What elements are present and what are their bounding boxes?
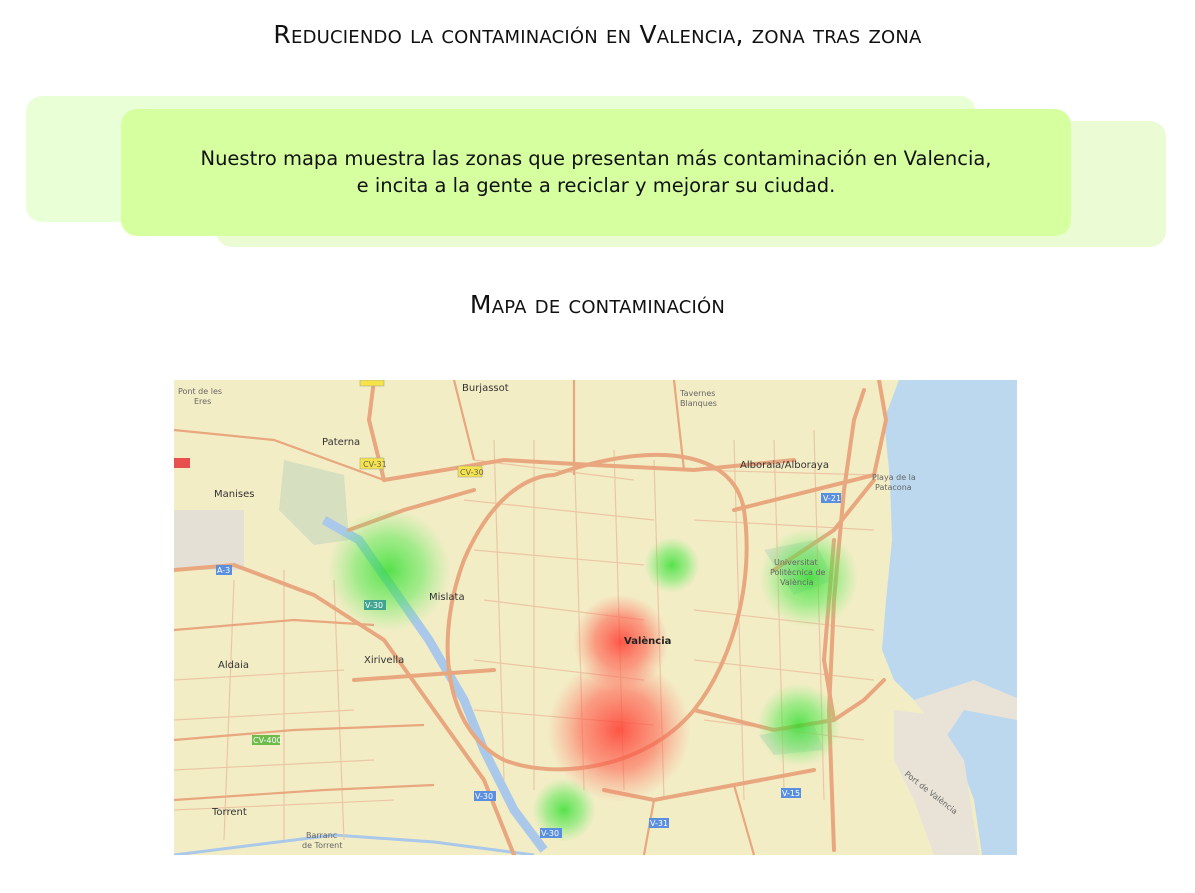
road-label-v30-a: V-30 [365,601,383,610]
place-universitat-1: Universitat [774,558,818,567]
road-label-v30-b: V-30 [475,792,493,801]
place-xirivella: Xirivella [364,655,404,666]
pollution-map[interactable]: CV-31 CV-30 V-21 A-3 V-30 CV-400 V-30 V-… [174,380,1017,855]
road-shield-cv30-top [359,380,385,387]
place-universitat-3: València [780,577,814,587]
intro-line-2: e incita a la gente a reciclar y mejorar… [356,174,836,197]
place-tavernes-1: Tavernes [679,389,715,398]
hotspot-low [644,537,700,593]
place-valencia: València [624,635,671,647]
road-label-a3: A-3 [217,566,230,575]
place-manises: Manises [214,489,254,500]
road-label-cv30: CV-30 [460,468,484,477]
road-label-v21: V-21 [823,494,841,503]
intro-text: Nuestro mapa muestra las zonas que prese… [121,145,1071,199]
place-platja-1: Playa de la [872,473,916,482]
place-paterna: Paterna [322,437,360,448]
road-label-cv31: CV-31 [363,460,387,469]
hotspot-low [757,683,841,767]
place-tavernes-2: Blanques [680,399,717,408]
place-barranc-2: de Torrent [302,841,342,850]
place-mislata: Mislata [429,592,465,603]
intro-line-1: Nuestro mapa muestra las zonas que prese… [200,147,992,170]
place-universitat-2: Politècnica de [770,567,826,577]
hotspot-low [327,508,451,632]
place-torrent: Torrent [211,807,247,818]
map-section-title: Mapa de contaminación [469,290,726,319]
road-shield-edge [174,458,190,468]
map-canvas[interactable]: CV-31 CV-30 V-21 A-3 V-30 CV-400 V-30 V-… [174,380,1017,855]
place-barranc-1: Barranc [306,831,337,840]
road-label-v15: V-15 [782,789,800,798]
place-burjassot: Burjassot [462,383,509,394]
road-label-cv400: CV-400 [253,736,282,745]
place-pont-de-les-eres-2: Eres [194,397,211,406]
place-aldaia: Aldaia [218,660,249,671]
page-title: Reduciendo la contaminación en Valencia,… [273,20,922,49]
road-label-v30-c: V-30 [541,829,559,838]
industrial-area [174,510,244,570]
place-platja-2: Patacona [875,483,912,492]
road-label-v31: V-31 [650,819,668,828]
place-alboraia: Alboraia/Alboraya [740,460,829,471]
place-pont-de-les-eres-1: Pont de les [178,387,222,396]
